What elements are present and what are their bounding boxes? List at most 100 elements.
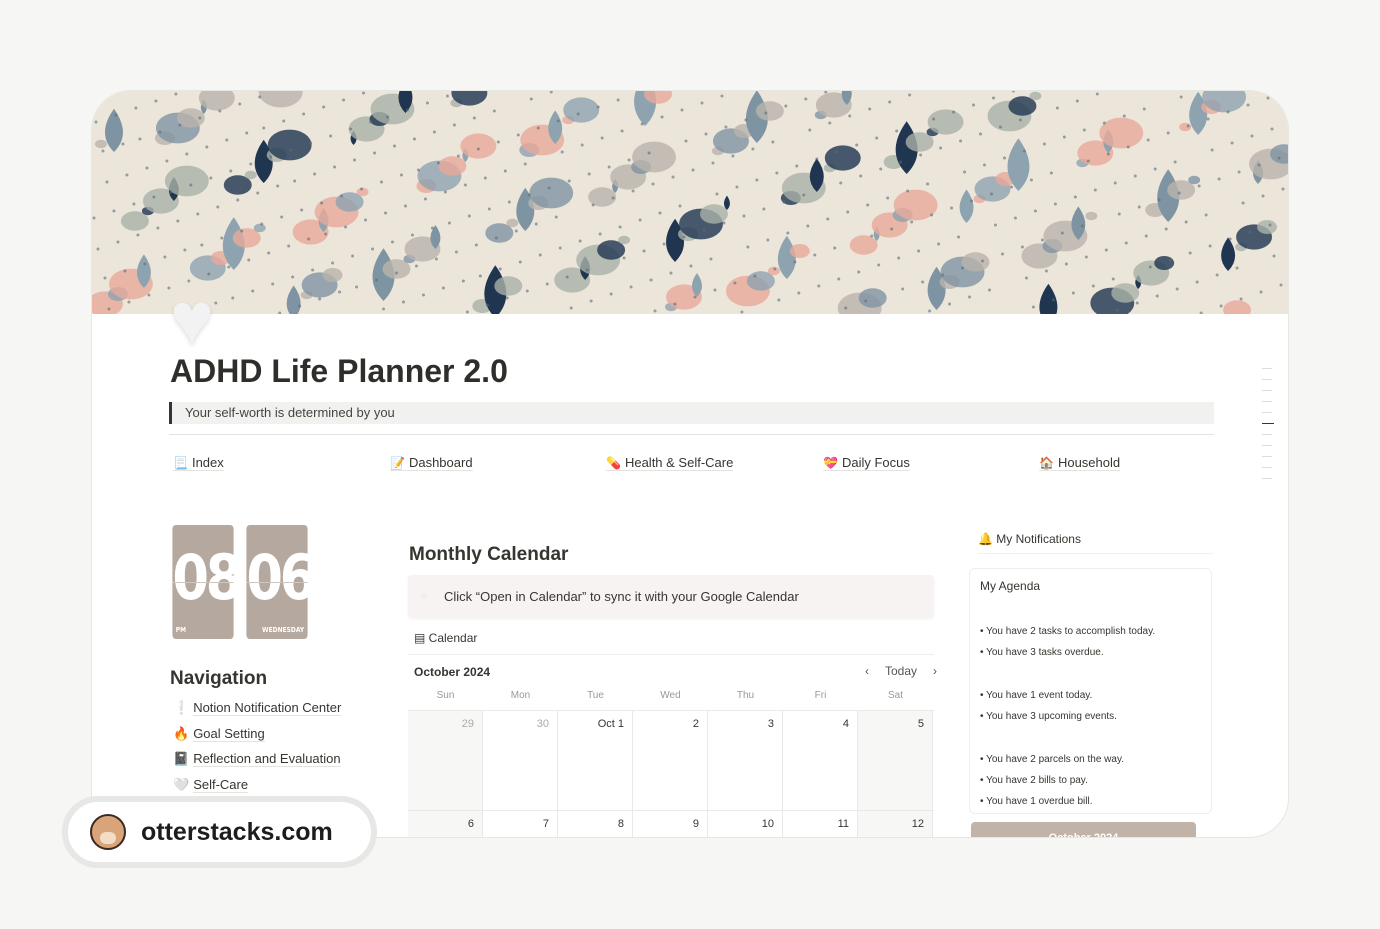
calendar-day[interactable]: 10 [708, 811, 783, 837]
calendar-day[interactable]: 7 [483, 811, 558, 837]
notifications-label: My Notifications [996, 532, 1081, 546]
clock-minute: 06 WEDNESDAY [246, 525, 316, 639]
table-of-contents-indicator[interactable] [1262, 368, 1274, 489]
day-label: WEDNESDAY [262, 626, 305, 634]
hour-value: 08 [172, 541, 242, 614]
callout-text: Click “Open in Calendar” to sync it with… [444, 589, 799, 604]
nav-item[interactable]: ❕ Notion Notification Center [173, 700, 342, 716]
prev-month-button[interactable]: ‹ [865, 664, 869, 678]
month-switcher[interactable]: October 2024 [971, 822, 1196, 837]
link-label: Dashboard [408, 455, 473, 470]
calendar-day[interactable]: 4 [783, 711, 858, 810]
calendar-day[interactable]: 29 [408, 711, 483, 810]
nav-icon: 🔥 [173, 725, 190, 741]
nav-icon: 🤍 [173, 776, 190, 792]
agenda-text: You have 1 event today. [986, 690, 1093, 701]
navigation-heading: Navigation [170, 668, 268, 689]
notion-page-window: ♥ ADHD Life Planner 2.0 Your self-worth … [91, 90, 1289, 838]
agenda-item: • You have 2 bills to pay. [980, 775, 1088, 786]
weekday-label: Fri [814, 690, 827, 701]
calendar-week: 6 7 8 9 10 11 12 [408, 810, 934, 837]
calendar-day[interactable]: 6 [408, 811, 483, 837]
cover-image [92, 91, 1288, 314]
otter-logo-icon [90, 814, 126, 850]
weekday-label: Thu [736, 690, 755, 701]
page-link[interactable]: 💊 Health & Self-Care [606, 455, 734, 471]
view-label: Calendar [428, 631, 478, 645]
agenda-text: You have 1 overdue bill. [986, 796, 1093, 807]
calendar-icon: ▤ [414, 631, 429, 645]
nav-icon: 📓 [173, 751, 190, 766]
nav-label: Goal Setting [193, 725, 265, 742]
calendar-week: 29 30 Oct 12345 [408, 710, 934, 810]
page-link[interactable]: 📝 Dashboard [390, 455, 473, 471]
agenda-text: You have 2 parcels on the way. [986, 754, 1124, 765]
nav-item[interactable]: 📓 Reflection and Evaluation [173, 751, 341, 767]
today-button[interactable]: Today [885, 664, 917, 678]
ampm-label: PM [175, 626, 187, 634]
agenda-item: • You have 3 tasks overdue. [980, 647, 1104, 658]
agenda-item: • You have 2 tasks to accomplish today. [980, 626, 1156, 637]
page-link[interactable]: 🏠 Household [1039, 455, 1121, 471]
calendar-day[interactable]: 12 [858, 811, 933, 837]
agenda-item: • You have 2 parcels on the way. [980, 754, 1124, 765]
page-icon: 💝 [823, 456, 838, 470]
page-title: ADHD Life Planner 2.0 [170, 353, 508, 389]
brand-name: otterstacks.com [141, 817, 333, 846]
link-label: Daily Focus [841, 455, 910, 470]
calendar-grid: Sun Mon Tue Wed Thu Fri Sat 29 30 Oct 1 2 3 4 5 6 7 8 9 10… [408, 687, 934, 837]
page-icon: 📝 [390, 456, 405, 470]
nav-label: Reflection and Evaluation [193, 751, 341, 767]
weekday-label: Sat [887, 690, 903, 701]
next-month-button[interactable]: › [933, 664, 937, 678]
weekday-label: Tue [587, 690, 604, 701]
calendar-view-tab[interactable]: ▤ Calendar [414, 631, 477, 645]
weekday-label: Sun [436, 690, 455, 701]
page-link[interactable]: 💝 Daily Focus [823, 455, 910, 471]
agenda-item: • You have 1 event today. [980, 690, 1093, 701]
minute-value: 06 [246, 541, 316, 614]
agenda-text: You have 3 upcoming events. [986, 711, 1117, 722]
bell-icon: 🔔 [978, 532, 997, 546]
agenda-item: • You have 1 overdue bill. [980, 796, 1093, 807]
heart-icon: ♥ [420, 588, 428, 603]
calendar-day[interactable]: Oct 1 [558, 711, 633, 810]
calendar-heading: Monthly Calendar [409, 544, 569, 565]
link-label: Health & Self-Care [624, 455, 734, 470]
page-link[interactable]: 📃 Index [173, 455, 224, 471]
sync-callout: ♥ Click “Open in Calendar” to sync it wit… [408, 575, 934, 618]
weekday-label: Wed [660, 690, 681, 701]
my-notifications-link[interactable]: 🔔 My Notifications [978, 532, 1213, 554]
quote-block: Your self-worth is determined by you [169, 402, 1214, 424]
page-icon: 🏠 [1039, 456, 1054, 470]
calendar-day[interactable]: 8 [558, 811, 633, 837]
calendar-day[interactable]: 30 [483, 711, 558, 810]
agenda-item: • You have 3 upcoming events. [980, 711, 1117, 722]
nav-item[interactable]: 🤍 Self-Care [173, 776, 249, 793]
flip-clock-widget: 08 PM 06 WEDNESDAY [167, 525, 316, 639]
white-heart-icon[interactable]: ♥ [170, 276, 214, 361]
nav-label: Notion Notification Center [193, 700, 342, 716]
divider [408, 654, 934, 655]
calendar-day[interactable]: 2 [633, 711, 708, 810]
calendar-month: October 2024 [414, 665, 491, 679]
agenda-card: My Agenda • You have 2 tasks to accompli… [969, 568, 1212, 814]
agenda-text: You have 2 bills to pay. [986, 775, 1088, 786]
calendar-day[interactable]: 9 [633, 811, 708, 837]
agenda-text: You have 2 tasks to accomplish today. [986, 626, 1156, 637]
nav-label: Self-Care [193, 776, 249, 793]
agenda-title: My Agenda [980, 579, 1041, 593]
calendar-day[interactable]: 11 [783, 811, 858, 837]
clock-hour: 08 PM [172, 525, 242, 639]
brand-badge: otterstacks.com [62, 796, 377, 868]
weekday-label: Mon [510, 690, 531, 701]
agenda-text: You have 3 tasks overdue. [986, 647, 1104, 658]
calendar-day[interactable]: 5 [858, 711, 933, 810]
page-icon: 💊 [606, 456, 621, 470]
page-icon: 📃 [173, 456, 188, 470]
calendar-nav: ‹ Today › [857, 664, 945, 678]
link-label: Household [1057, 455, 1121, 470]
nav-item[interactable]: 🔥 Goal Setting [173, 725, 265, 742]
nav-icon: ❕ [173, 700, 190, 715]
calendar-day[interactable]: 3 [708, 711, 783, 810]
